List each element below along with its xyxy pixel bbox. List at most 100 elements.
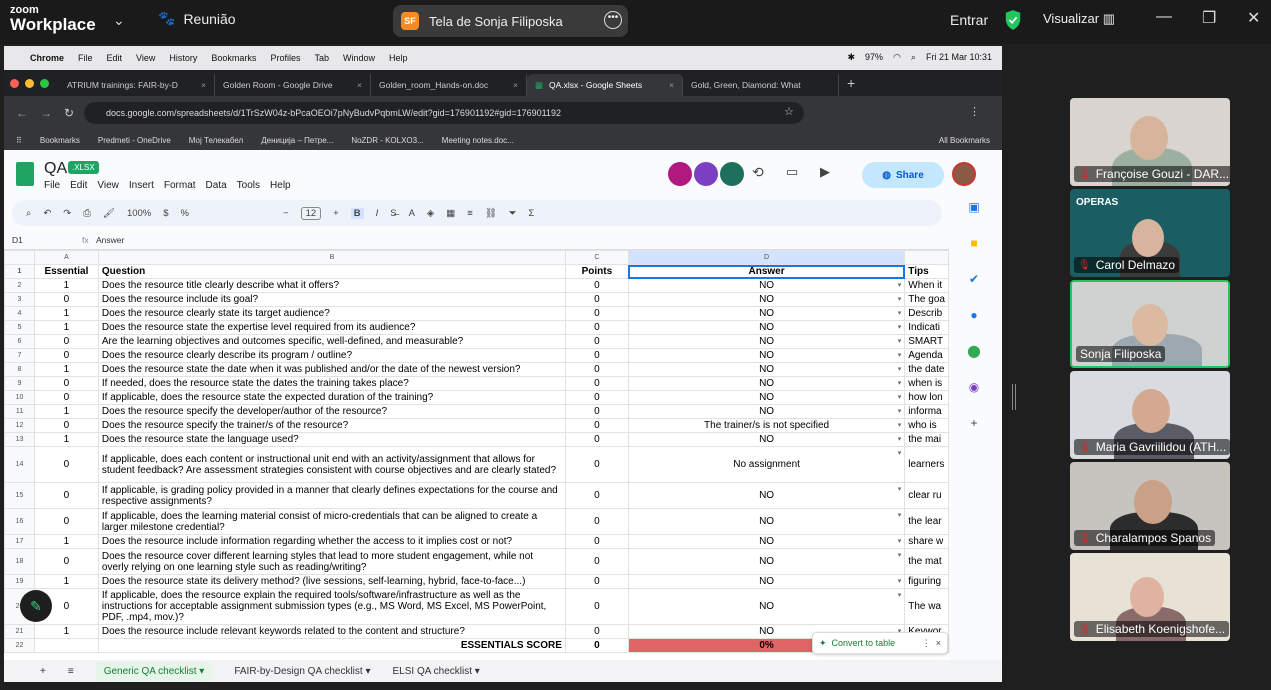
sheet-tab-elsi[interactable]: ELSI QA checklist ▾ [393,666,480,677]
convert-to-table-chip[interactable]: ✦ Convert to table ⋮ × [812,632,948,654]
column-header[interactable] [904,250,949,265]
participant-tile[interactable]: 🎙 Elisabeth Koenigshofe... [1070,553,1230,641]
bookmark-item[interactable]: Мој Телекабел [189,136,243,145]
cell-points[interactable]: 0 [564,482,629,509]
menu-help[interactable]: Help [270,180,291,191]
currency-icon[interactable]: $ [163,208,168,219]
row-number[interactable]: 10 [4,390,35,405]
cell-answer[interactable]: No assignment [627,446,906,483]
cell-answer[interactable]: NO [627,362,906,377]
font-size-input[interactable]: 12 [300,206,322,220]
cell-essential[interactable]: 1 [33,624,99,639]
row-number[interactable]: 9 [4,376,35,391]
cell-points[interactable]: 0 [564,348,629,363]
cell-essential[interactable]: 0 [33,548,99,575]
cell-tips[interactable]: SMART [904,334,949,349]
tasks-icon[interactable]: ✔ [969,272,979,286]
link-icon[interactable]: ⛓ [485,208,497,219]
cell-points[interactable]: 0 [564,624,629,639]
close-window-icon[interactable] [10,78,19,88]
redo-icon[interactable]: ↷ [63,208,71,219]
cell-essential[interactable]: 1 [33,320,99,335]
cell-points[interactable]: 0 [564,376,629,391]
search-icon[interactable]: ⌕ [911,52,916,63]
cell-answer[interactable]: NO [627,320,906,335]
cell-tips[interactable]: the date [904,362,949,377]
browser-menu-icon[interactable]: ⋮ [969,105,980,118]
close-tab-icon[interactable]: × [357,80,362,90]
cell-essential[interactable]: 0 [33,376,99,391]
mac-menu-edit[interactable]: Edit [107,53,123,63]
cell-answer[interactable]: NO [627,508,906,535]
close-chip-icon[interactable]: × [936,638,941,648]
cell-essential[interactable]: 0 [33,292,99,307]
cell-tips[interactable]: clear ru [904,482,949,509]
cell-tips[interactable]: When it [904,278,949,293]
all-sheets-icon[interactable]: ≡ [68,666,74,677]
column-header[interactable]: D [627,250,906,265]
mac-menu-bookmarks[interactable]: Bookmarks [211,53,256,63]
cell-answer[interactable]: The trainer/s is not specified [627,418,906,433]
addon-icon[interactable]: ◉ [969,380,979,394]
reload-icon[interactable]: ↻ [64,106,74,120]
new-tab-icon[interactable]: + [847,75,855,91]
more-options-icon[interactable]: ••• [604,11,622,29]
cell-points[interactable]: 0 [564,278,629,293]
cell-points[interactable]: 0 [564,588,629,625]
url-input[interactable]: docs.google.com/spreadsheets/d/1TrSzW04z… [84,102,804,124]
fill-color-icon[interactable]: ◈ [427,208,434,219]
bookmark-item[interactable]: Meeting notes.doc... [442,136,514,145]
cell-tips[interactable]: the mat [904,548,949,575]
cell-points[interactable]: 0 [564,292,629,307]
cell-tips[interactable]: the lear [904,508,949,535]
cell-answer[interactable]: NO [627,574,906,589]
cell-points[interactable]: 0 [564,362,629,377]
add-addon-icon[interactable]: + [970,416,977,430]
contacts-icon[interactable]: ● [970,308,977,322]
cell-answer[interactable]: NO [627,548,906,575]
cell-tips[interactable]: informa [904,404,949,419]
header-tips[interactable]: Tips [904,264,949,279]
close-tab-icon[interactable]: × [513,80,518,90]
row-number[interactable]: 2 [4,278,35,293]
filter-icon[interactable]: ⏷ [509,208,517,219]
cell-essential[interactable]: 0 [33,390,99,405]
cell-answer[interactable]: NO [627,306,906,321]
column-header[interactable]: C [564,250,629,265]
cell-points[interactable]: 0 [564,534,629,549]
cell-question[interactable]: Does the resource state the expertise le… [97,320,566,335]
cell-tips[interactable]: figuring [904,574,949,589]
calendar-icon[interactable]: ▣ [968,200,979,214]
cell-question[interactable]: Does the resource title clearly describe… [97,278,566,293]
cell-question[interactable]: Does the resource state the date when it… [97,362,566,377]
search-menus-icon[interactable]: ⌕ [26,208,31,219]
row-number[interactable]: 6 [4,334,35,349]
browser-tab-active[interactable]: ▦ QA.xlsx - Google Sheets × [527,74,683,96]
restore-icon[interactable]: ❐ [1202,8,1216,28]
mac-menu-view[interactable]: View [136,53,155,63]
cell-question[interactable]: Does the resource clearly describe its p… [97,348,566,363]
participant-tile[interactable]: 🎙 Françoise Gouzi - DAR... [1070,98,1230,186]
row-number[interactable]: 21 [4,624,35,639]
cell-question[interactable]: If applicable, does the learning materia… [97,508,566,535]
comment-icon[interactable]: ▭ [786,164,798,180]
menu-data[interactable]: Data [206,180,227,191]
view-button[interactable]: Visualizar ▥ [1043,11,1115,27]
wifi-icon[interactable]: ◠ [893,52,901,63]
cell-question[interactable]: Does the resource cover different learni… [97,548,566,575]
cell-question[interactable]: Does the resource include relevant keywo… [97,624,566,639]
row-number[interactable]: 5 [4,320,35,335]
cell-essential[interactable]: 1 [33,534,99,549]
shield-check-icon[interactable] [1004,9,1022,31]
row-number[interactable]: 19 [4,574,35,589]
cell-points[interactable]: 0 [564,432,629,447]
cell-essential[interactable]: 0 [33,334,99,349]
name-box[interactable]: D1 [12,235,23,245]
zoom-window-icon[interactable] [40,78,49,88]
sheet-tab-generic[interactable]: Generic QA checklist ▾ [95,661,213,681]
cell-points[interactable]: 0 [564,390,629,405]
account-avatar[interactable] [952,162,976,186]
participant-tile-active[interactable]: Sonja Filiposka [1070,280,1230,368]
undo-icon[interactable]: ↶ [43,208,51,219]
cell-essential[interactable]: 0 [33,348,99,363]
